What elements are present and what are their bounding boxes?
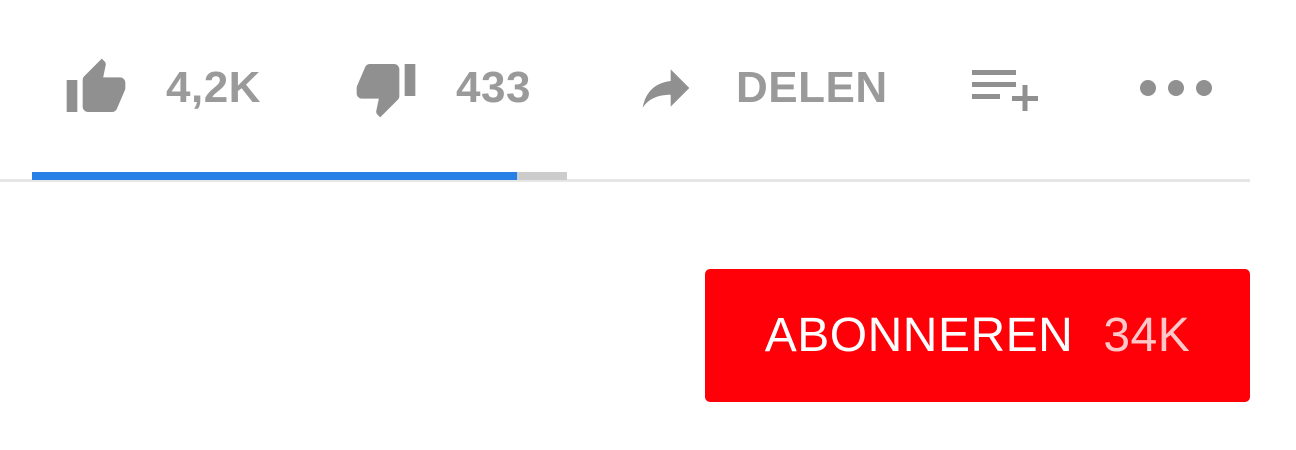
thumbs-down-icon — [350, 56, 422, 120]
sentiment-bar — [32, 172, 567, 180]
share-arrow-icon — [636, 60, 696, 116]
more-horizontal-icon — [1138, 78, 1214, 98]
add-to-playlist-icon — [970, 64, 1040, 112]
subscribe-button[interactable]: ABONNEREN 34K — [705, 269, 1250, 402]
dislike-count: 433 — [456, 63, 531, 112]
share-button[interactable]: DELEN — [636, 40, 888, 136]
video-actions-bar: 4,2K 433 DELEN — [0, 0, 1296, 180]
share-label: DELEN — [736, 63, 888, 112]
sentiment-bar-like-fill — [32, 172, 517, 180]
thumbs-up-icon — [60, 56, 132, 120]
subscriber-count: 34K — [1103, 309, 1191, 362]
like-count: 4,2K — [166, 63, 261, 112]
more-actions-button[interactable] — [1138, 40, 1214, 136]
save-to-playlist-button[interactable] — [970, 40, 1040, 136]
subscribe-label: ABONNEREN — [764, 309, 1074, 362]
dislike-button[interactable]: 433 — [350, 40, 531, 136]
like-button[interactable]: 4,2K — [60, 40, 261, 136]
